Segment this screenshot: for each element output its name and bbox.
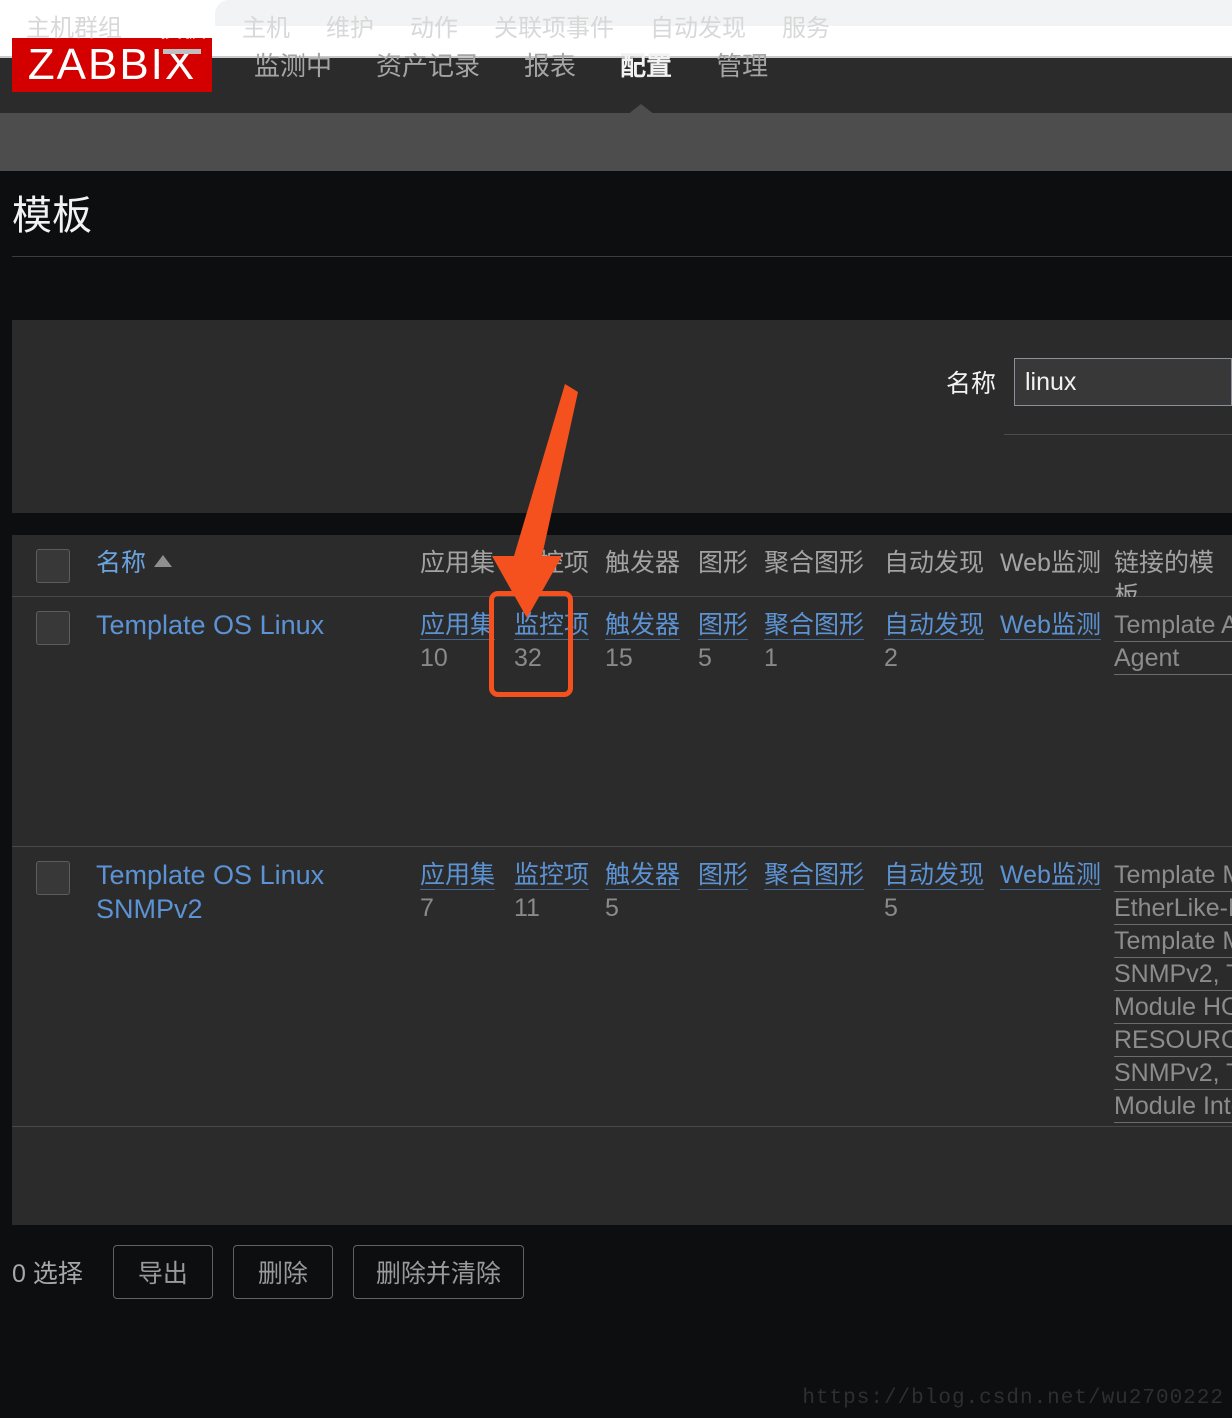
filter-bottom-divider xyxy=(1004,434,1232,435)
table-header-row: 名称 应用集 监控项 触发器 图形 聚合图形 自动发现 Web监测 链接的模板 xyxy=(12,535,1232,610)
sort-ascending-icon xyxy=(154,554,173,567)
linked-template-link[interactable]: Module HOST- xyxy=(1114,991,1232,1024)
items-count: 11 xyxy=(514,894,540,922)
graphs-count: 5 xyxy=(698,644,712,672)
discovery-link[interactable]: 自动发现 xyxy=(884,611,985,640)
sub-navigation-items: 主机群组 模板 主机 维护 动作 关联项事件 自动发现 服务 xyxy=(8,0,848,58)
screens-count: 1 xyxy=(764,644,778,672)
row-linked-templates-cell: Template App Zabbix Agent xyxy=(1114,609,1232,675)
column-header-discovery[interactable]: 自动发现 xyxy=(884,547,984,580)
column-header-items[interactable]: 监控项 xyxy=(514,547,589,580)
sub-navigation-bar xyxy=(0,113,1232,171)
discovery-count: 2 xyxy=(884,644,898,672)
subnav-item-templates[interactable]: 模板 xyxy=(140,0,224,58)
linked-template-link[interactable]: SNMPv2, Template xyxy=(1114,1057,1232,1090)
web-link[interactable]: Web监测 xyxy=(1000,611,1101,640)
filter-panel: 名称 xyxy=(12,320,1232,513)
graphs-link[interactable]: 图形 xyxy=(698,861,749,890)
row-triggers-cell: 触发器 5 xyxy=(605,859,683,925)
row-applications-cell: 应用集 7 xyxy=(420,859,498,925)
web-link[interactable]: Web监测 xyxy=(1000,861,1101,890)
linked-template-link[interactable]: SNMPv2, Template xyxy=(1114,958,1232,991)
table-empty-spacer xyxy=(12,1127,1232,1223)
table-row: Template OS Linux SNMPv2 应用集 7 监控项 11 触发… xyxy=(12,847,1232,1156)
select-all-checkbox[interactable] xyxy=(36,549,70,583)
screens-link[interactable]: 聚合图形 xyxy=(764,861,865,890)
applications-link[interactable]: 应用集 xyxy=(420,861,496,890)
delete-and-clear-button[interactable]: 删除并清除 xyxy=(352,1245,524,1299)
row-select-checkbox[interactable] xyxy=(36,861,70,895)
subnav-item-event-correlation[interactable]: 关联项事件 xyxy=(476,0,632,58)
row-discovery-cell: 自动发现 2 xyxy=(884,609,985,675)
template-name-label: Template OS Linux xyxy=(96,610,325,640)
row-graphs-cell: 图形 xyxy=(698,859,760,892)
selected-count-label: 0 选择 xyxy=(12,1260,83,1288)
row-applications-cell: 应用集 10 xyxy=(420,609,498,675)
subnav-item-hosts[interactable]: 主机 xyxy=(224,0,308,58)
row-web-cell: Web监测 xyxy=(1000,859,1110,892)
items-link[interactable]: 监控项 xyxy=(514,861,590,890)
discovery-link[interactable]: 自动发现 xyxy=(884,861,985,890)
linked-template-link[interactable]: Template App Zabbix xyxy=(1114,609,1232,642)
row-linked-templates-cell: Template Module EtherLike-MIB Template M… xyxy=(1114,859,1232,1156)
watermark-text: https://blog.csdn.net/wu2700222 xyxy=(802,1387,1224,1410)
page-title-divider xyxy=(12,256,1232,257)
table-footer: 0 选择 导出 删除 删除并清除 xyxy=(12,1245,524,1299)
table-row: Template OS Linux 应用集 10 监控项 32 触发器 15 图… xyxy=(12,597,1232,847)
column-header-applications[interactable]: 应用集 xyxy=(420,547,495,580)
row-triggers-cell: 触发器 15 xyxy=(605,609,683,675)
row-discovery-cell: 自动发现 5 xyxy=(884,859,985,925)
column-header-name[interactable]: 名称 xyxy=(96,547,173,580)
templates-table: 名称 应用集 监控项 触发器 图形 聚合图形 自动发现 Web监测 链接的模板 … xyxy=(12,535,1232,1225)
screens-link[interactable]: 聚合图形 xyxy=(764,611,865,640)
template-name-label: Template OS Linux SNMPv2 xyxy=(96,860,325,924)
column-header-triggers[interactable]: 触发器 xyxy=(605,547,680,580)
row-graphs-cell: 图形 5 xyxy=(698,609,760,675)
triggers-link[interactable]: 触发器 xyxy=(605,611,681,640)
subnav-item-actions[interactable]: 动作 xyxy=(392,0,476,58)
delete-button[interactable]: 删除 xyxy=(232,1245,333,1299)
column-header-name-label: 名称 xyxy=(96,549,147,577)
row-select-checkbox[interactable] xyxy=(36,611,70,645)
template-name-link[interactable]: Template OS Linux SNMPv2 xyxy=(96,859,416,927)
subnav-item-services[interactable]: 服务 xyxy=(764,0,848,58)
subnav-item-host-groups[interactable]: 主机群组 xyxy=(8,0,140,58)
linked-template-link[interactable]: Template Module xyxy=(1114,859,1232,892)
export-button[interactable]: 导出 xyxy=(112,1245,213,1299)
discovery-count: 5 xyxy=(884,894,898,922)
column-header-web[interactable]: Web监测 xyxy=(1000,547,1101,580)
template-name-link[interactable]: Template OS Linux xyxy=(96,609,396,643)
linked-template-link[interactable]: RESOURCES-MIB xyxy=(1114,1024,1232,1057)
column-header-graphs[interactable]: 图形 xyxy=(698,547,748,580)
filter-name-row: 名称 xyxy=(946,358,1232,406)
graphs-link[interactable]: 图形 xyxy=(698,611,749,640)
items-link[interactable]: 监控项 xyxy=(514,611,590,640)
triggers-count: 5 xyxy=(605,894,619,922)
row-items-cell: 监控项 11 xyxy=(514,859,592,925)
applications-count: 10 xyxy=(420,644,448,672)
subnav-pointer-caret-icon xyxy=(627,104,655,115)
page-title: 模板 xyxy=(12,194,92,238)
row-web-cell: Web监测 xyxy=(1000,609,1110,642)
applications-count: 7 xyxy=(420,894,434,922)
filter-name-label: 名称 xyxy=(945,370,996,398)
linked-template-link[interactable]: Template Module xyxy=(1114,925,1232,958)
triggers-count: 15 xyxy=(605,644,633,672)
row-screens-cell: 聚合图形 xyxy=(764,859,874,892)
row-screens-cell: 聚合图形 1 xyxy=(764,609,865,675)
column-header-screens[interactable]: 聚合图形 xyxy=(764,547,864,580)
row-items-cell: 监控项 32 xyxy=(514,609,592,675)
zabbix-templates-page: ZABBIX 监测中 资产记录 报表 配置 管理 主机群组 模板 主机 维护 动… xyxy=(0,0,1232,1418)
items-count: 32 xyxy=(514,644,542,672)
triggers-link[interactable]: 触发器 xyxy=(605,861,681,890)
filter-name-input[interactable] xyxy=(1014,358,1232,406)
subnav-item-discovery[interactable]: 自动发现 xyxy=(632,0,764,58)
linked-template-link[interactable]: Agent xyxy=(1114,642,1232,675)
applications-link[interactable]: 应用集 xyxy=(420,611,496,640)
subnav-item-maintenance[interactable]: 维护 xyxy=(308,0,392,58)
linked-template-link[interactable]: EtherLike-MIB xyxy=(1114,892,1232,925)
linked-template-link[interactable]: Module Interfaces xyxy=(1114,1090,1232,1123)
